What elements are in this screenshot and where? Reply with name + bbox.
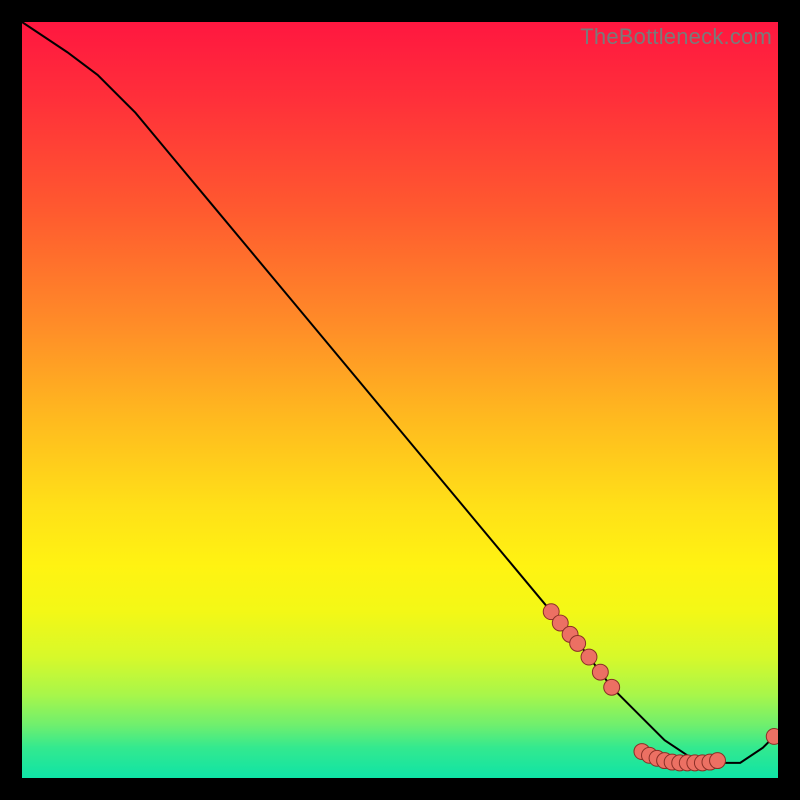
data-point-marker (592, 664, 608, 680)
chart-container: TheBottleneck.com (0, 0, 800, 800)
chart-overlay (22, 22, 778, 778)
data-point-marker (766, 728, 778, 744)
data-point-marker (581, 649, 597, 665)
bottleneck-curve (22, 22, 778, 763)
data-point-marker (604, 679, 620, 695)
plot-area: TheBottleneck.com (20, 20, 780, 780)
data-point-marker (710, 753, 726, 769)
marker-layer (543, 604, 778, 771)
curve-layer (22, 22, 778, 763)
watermark-text: TheBottleneck.com (580, 24, 772, 50)
data-point-marker (570, 635, 586, 651)
